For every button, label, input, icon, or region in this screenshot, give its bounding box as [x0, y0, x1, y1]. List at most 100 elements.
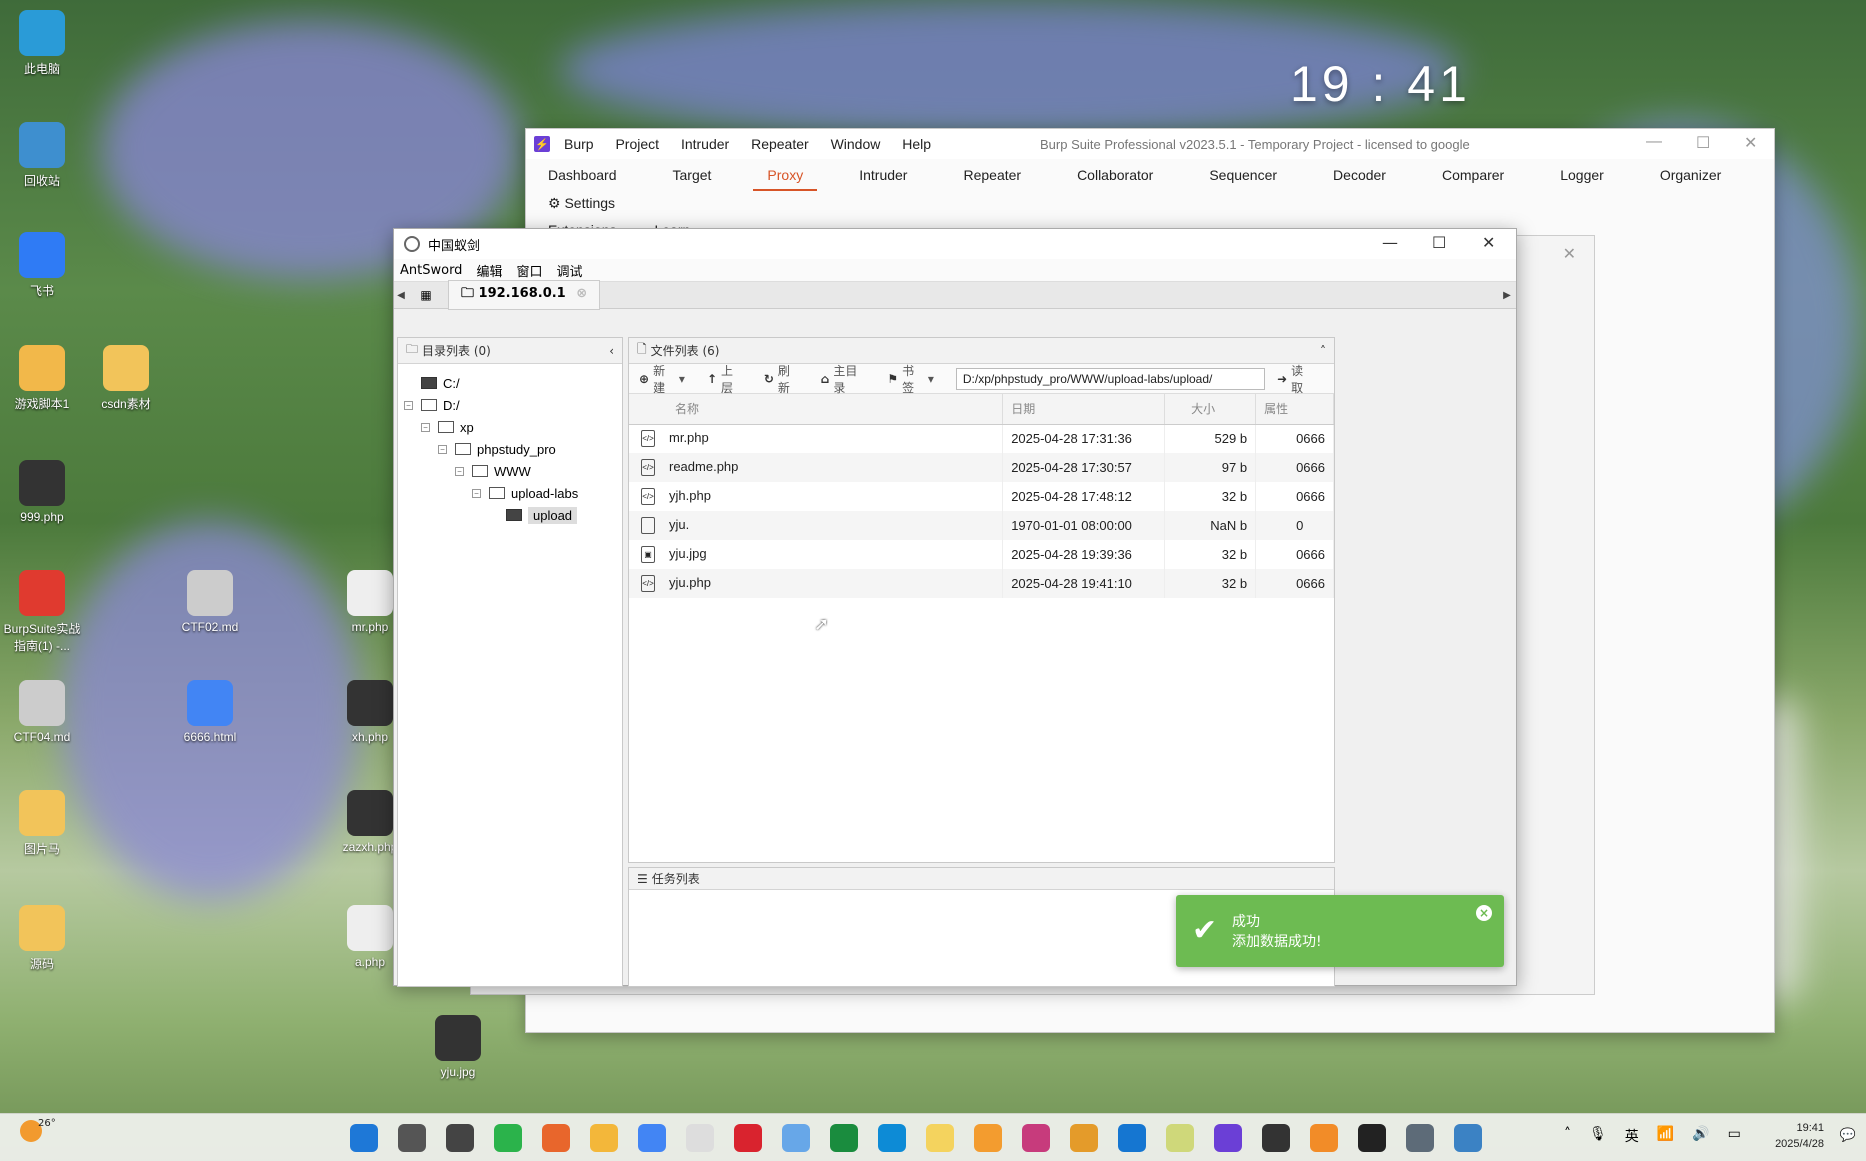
minimize-icon[interactable]: — — [1382, 233, 1398, 252]
app-icon[interactable] — [1358, 1124, 1386, 1152]
new-button[interactable]: ⊕ 新建 ▾ — [639, 362, 685, 396]
tab-proxy[interactable]: Proxy — [753, 163, 818, 191]
app-icon[interactable] — [1166, 1124, 1194, 1152]
minimize-icon[interactable]: — — [1646, 133, 1662, 151]
close-icon[interactable]: ⊗ — [576, 286, 587, 301]
desktop-icon[interactable]: 6666.html — [170, 680, 250, 744]
tab-host[interactable]: 🗀 192.168.0.1 ⊗ — [448, 280, 601, 310]
app-icon[interactable] — [782, 1124, 810, 1152]
youdao-icon[interactable] — [734, 1124, 762, 1152]
toast-close-icon[interactable]: × — [1476, 905, 1492, 921]
home-button[interactable]: ⌂ 主目录 — [821, 362, 866, 396]
battery-icon[interactable]: ▭ — [1728, 1126, 1741, 1146]
column-date[interactable]: 日期 — [1002, 394, 1166, 425]
tab-decoder[interactable]: Decoder — [1319, 163, 1400, 191]
file-explorer-icon[interactable] — [590, 1124, 618, 1152]
tab-comparer[interactable]: Comparer — [1428, 163, 1518, 191]
burp-menu-burp[interactable]: Burp — [564, 136, 594, 152]
burp-menu-window[interactable]: Window — [831, 136, 881, 152]
app-icon[interactable] — [1022, 1124, 1050, 1152]
table-row[interactable]: </> mr.php 2025-04-28 17:31:36 529 b 0666 — [629, 424, 1334, 453]
desktop-icon[interactable]: BurpSuite实战指南(1) -... — [2, 570, 82, 654]
menu-edit[interactable]: 编辑 — [476, 261, 502, 280]
app-icon[interactable] — [830, 1124, 858, 1152]
table-row[interactable]: </> yjh.php 2025-04-28 17:48:12 32 b 0666 — [629, 482, 1334, 511]
tab-intruder[interactable]: Intruder — [845, 163, 921, 191]
desktop-icon[interactable]: yju.jpg — [418, 1015, 498, 1079]
terminal-icon[interactable] — [1262, 1124, 1290, 1152]
sublime-icon[interactable] — [1310, 1124, 1338, 1152]
chevron-right-icon[interactable]: ▶ — [1500, 290, 1514, 301]
tab-collaborator[interactable]: Collaborator — [1063, 163, 1167, 191]
column-name[interactable]: 名称 — [629, 394, 1004, 425]
app-icon[interactable] — [1118, 1124, 1146, 1152]
column-size[interactable]: 大小 — [1164, 394, 1257, 425]
tree-expander-icon[interactable]: − — [404, 400, 413, 410]
tab-settings[interactable]: ⚙ Settings — [534, 191, 615, 218]
notification-icon[interactable]: 💬 — [1840, 1128, 1856, 1143]
refresh-button[interactable]: ↻ 刷新 — [764, 362, 799, 396]
desktop-icon[interactable]: 回收站 — [2, 122, 82, 189]
path-input[interactable] — [955, 367, 1266, 390]
tree-node[interactable]: − WWW — [455, 460, 531, 482]
tree-node[interactable]: − phpstudy_pro — [438, 438, 556, 460]
volume-icon[interactable]: 🔊 — [1692, 1126, 1709, 1146]
tab-organizer[interactable]: Organizer — [1646, 163, 1735, 191]
tab-sequencer[interactable]: Sequencer — [1195, 163, 1291, 191]
ime-indicator[interactable]: 英 — [1625, 1126, 1639, 1146]
tree-expander-icon[interactable]: − — [455, 466, 464, 476]
menu-debug[interactable]: 调试 — [556, 261, 582, 280]
maximize-icon[interactable]: ☐ — [1696, 133, 1710, 153]
typora-icon[interactable] — [686, 1124, 714, 1152]
table-row[interactable]: </> yju.php 2025-04-28 19:41:10 32 b 0666 — [629, 569, 1334, 598]
task-view-icon[interactable] — [446, 1124, 474, 1152]
close-icon[interactable]: ✕ — [1482, 233, 1495, 252]
tab-dashboard[interactable]: Dashboard — [534, 163, 631, 191]
notepad-icon[interactable] — [1454, 1124, 1482, 1152]
table-row[interactable]: ▣ yju.jpg 2025-04-28 19:39:36 32 b 0666 — [629, 540, 1334, 569]
burp-icon[interactable] — [1214, 1124, 1242, 1152]
desktop-icon[interactable]: 游戏脚本1 — [2, 345, 82, 412]
desktop-icon[interactable]: 飞书 — [2, 232, 82, 299]
desktop-icon[interactable]: 999.php — [2, 460, 82, 524]
tree-node[interactable]: − D:/ — [404, 394, 460, 416]
antsword-icon[interactable] — [1406, 1124, 1434, 1152]
desktop-icon[interactable]: csdn素材 — [86, 345, 166, 412]
burp-menu-help[interactable]: Help — [902, 136, 931, 152]
weather-widget[interactable]: 26° — [20, 1118, 56, 1142]
tree-node[interactable]: C:/ — [404, 372, 460, 394]
close-icon[interactable]: ✕ — [1744, 133, 1757, 153]
chevron-left-icon[interactable]: ◀ — [394, 290, 408, 301]
table-row[interactable]: yju. 1970-01-01 08:00:00 NaN b0 — [629, 511, 1334, 540]
app-icon[interactable] — [1070, 1124, 1098, 1152]
menu-antsword[interactable]: AntSword — [400, 263, 462, 278]
desktop-icon[interactable]: 源码 — [2, 905, 82, 972]
desktop-icon[interactable]: 图片马 — [2, 790, 82, 857]
desktop-icon[interactable]: CTF04.md — [2, 680, 82, 744]
desktop-icon[interactable]: CTF02.md — [170, 570, 250, 634]
wechat-icon[interactable] — [494, 1124, 522, 1152]
desktop-icon[interactable]: 此电脑 — [2, 10, 82, 77]
tree-node[interactable]: − xp — [421, 416, 474, 438]
tree-expander-icon[interactable]: − — [438, 444, 447, 454]
tab-logger[interactable]: Logger — [1546, 163, 1618, 191]
windows-start-icon[interactable] — [350, 1124, 378, 1152]
microphone-icon[interactable]: 🎙 — [1589, 1126, 1607, 1146]
up-button[interactable]: ↑ 上层 — [707, 362, 742, 396]
app-icon[interactable] — [974, 1124, 1002, 1152]
tab-target[interactable]: Target — [659, 163, 726, 191]
tree-expander-icon[interactable]: − — [421, 422, 430, 432]
app-icon[interactable] — [878, 1124, 906, 1152]
wifi-icon[interactable]: 📶 — [1657, 1126, 1674, 1146]
tree-node[interactable]: upload — [489, 504, 578, 526]
tree-expander-icon[interactable]: − — [472, 488, 481, 498]
table-row[interactable]: </> readme.php 2025-04-28 17:30:57 97 b 0666 — [629, 453, 1334, 482]
read-button[interactable]: ➜ 读取 — [1277, 362, 1312, 396]
tray-clock[interactable]: 19:41 2025/4/28 — [1775, 1120, 1824, 1152]
menu-window[interactable]: 窗口 — [516, 261, 542, 280]
maximize-icon[interactable]: ☐ — [1432, 233, 1446, 252]
column-attr[interactable]: 属性 — [1255, 394, 1334, 425]
close-icon[interactable]: ✕ — [1563, 244, 1576, 263]
burp-menu-intruder[interactable]: Intruder — [681, 136, 729, 152]
tree-node[interactable]: − upload-labs — [472, 482, 578, 504]
